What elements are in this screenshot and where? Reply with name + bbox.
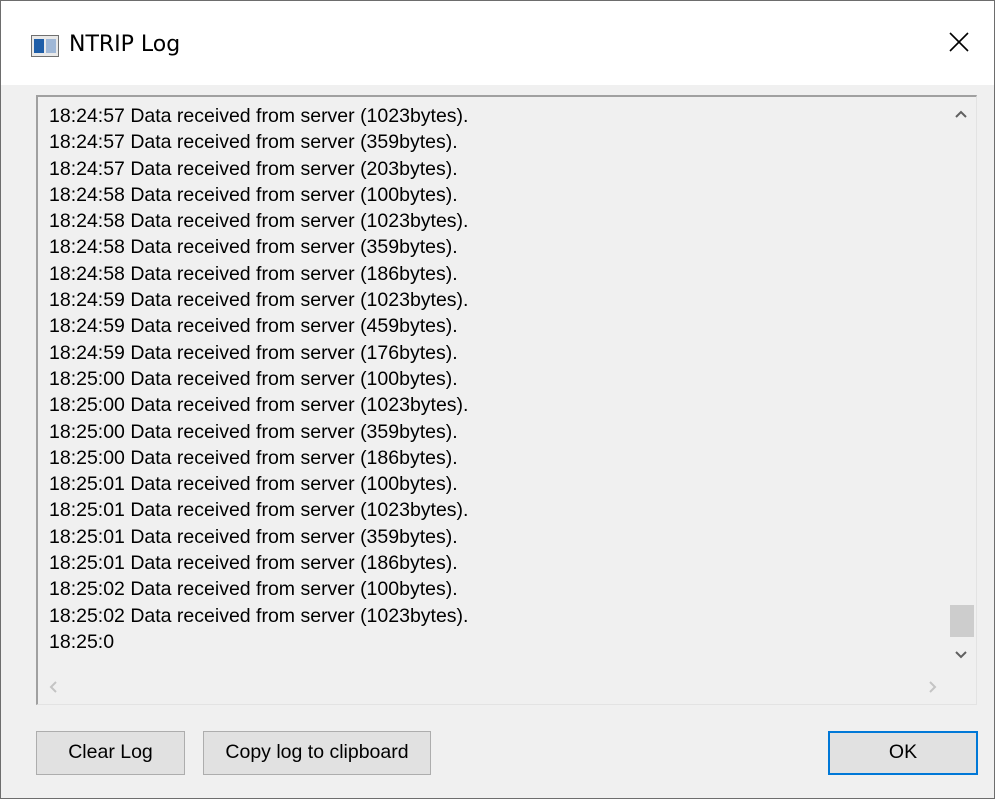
ok-button[interactable]: OK [828, 731, 978, 775]
close-icon [949, 32, 969, 52]
close-button[interactable] [924, 1, 994, 85]
log-line: 18:24:57 Data received from server (359b… [49, 131, 458, 154]
horizontal-scrollbar[interactable] [38, 670, 974, 704]
vertical-scrollbar[interactable] [946, 97, 976, 672]
log-line: 18:24:57 Data received from server (203b… [49, 157, 458, 180]
scroll-down-button[interactable] [946, 638, 976, 672]
log-line: 18:24:59 Data received from server (459b… [49, 315, 458, 338]
chevron-down-icon [955, 651, 967, 659]
scrollbar-corner [946, 670, 976, 704]
log-line: 18:25:00 Data received from server (186b… [49, 446, 458, 469]
log-line: 18:25:02 Data received from server (100b… [49, 578, 458, 601]
scroll-right-button[interactable] [918, 670, 948, 704]
scroll-up-button[interactable] [946, 97, 976, 131]
log-content: 18:24:57 Data received from server (1023… [49, 103, 939, 655]
chevron-right-icon [929, 681, 937, 693]
log-line: 18:24:57 Data received from server (1023… [49, 105, 469, 127]
app-window-icon [31, 35, 59, 57]
log-line: 18:25:01 Data received from server (100b… [49, 473, 458, 496]
scroll-left-button[interactable] [38, 670, 68, 704]
clear-log-button[interactable]: Clear Log [36, 731, 185, 775]
chevron-left-icon [49, 681, 57, 693]
log-textbox[interactable]: 18:24:57 Data received from server (1023… [36, 95, 977, 705]
log-line: 18:25:02 Data received from server (1023… [49, 604, 469, 627]
log-line: 18:24:59 Data received from server (176b… [49, 341, 458, 364]
log-line: 18:24:58 Data received from server (100b… [49, 183, 458, 206]
log-line: 18:25:0 [49, 630, 115, 653]
vertical-scroll-thumb[interactable] [950, 605, 974, 637]
log-line: 18:25:01 Data received from server (359b… [49, 525, 458, 548]
copy-log-button[interactable]: Copy log to clipboard [203, 731, 431, 775]
log-line: 18:25:00 Data received from server (359b… [49, 420, 458, 443]
log-line: 18:25:01 Data received from server (1023… [49, 499, 469, 522]
log-line: 18:24:58 Data received from server (359b… [49, 236, 458, 259]
chevron-up-icon [955, 110, 967, 118]
title-bar[interactable]: NTRIP Log [1, 1, 994, 85]
log-line: 18:24:58 Data received from server (186b… [49, 262, 458, 285]
log-line: 18:24:58 Data received from server (1023… [49, 210, 469, 233]
log-line: 18:25:00 Data received from server (1023… [49, 394, 469, 417]
log-line: 18:25:01 Data received from server (186b… [49, 552, 458, 575]
log-line: 18:24:59 Data received from server (1023… [49, 289, 469, 312]
log-line: 18:25:00 Data received from server (100b… [49, 367, 458, 390]
ntrip-log-dialog: NTRIP Log 18:24:57 Data received from se… [0, 0, 995, 799]
window-title: NTRIP Log [69, 32, 181, 57]
